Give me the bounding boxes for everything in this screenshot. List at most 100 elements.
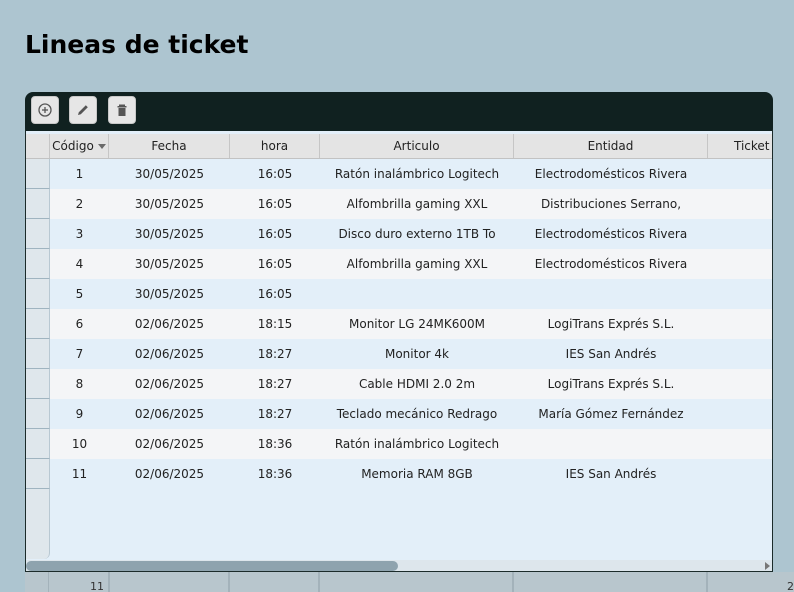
cell-articulo <box>320 279 514 309</box>
table-row[interactable]: 11 02/06/2025 18:36 Memoria RAM 8GB IES San … <box>26 459 772 489</box>
table-row[interactable]: 10 02/06/2025 18:36 Ratón inalámbrico Logit… <box>26 429 772 459</box>
cell-hora: 16:05 <box>257 257 293 271</box>
horizontal-scrollbar[interactable] <box>26 560 772 571</box>
cell-fecha: 02/06/2025 <box>134 377 205 391</box>
cell-entidad: Distribuciones Serrano, <box>540 197 682 211</box>
table-row[interactable]: 9 02/06/2025 18:27 Teclado mecánico Redrago… <box>26 399 772 429</box>
cell-hora: 16:05 <box>257 287 293 301</box>
cell-codigo: 7 <box>75 347 84 361</box>
cell-ticket <box>708 159 772 189</box>
toolbar <box>25 92 773 128</box>
column-header-articulo[interactable]: Articulo <box>320 134 514 158</box>
column-header-codigo[interactable]: Código <box>50 134 109 158</box>
cell-ticket <box>708 339 772 369</box>
row-select-handle[interactable] <box>26 189 50 219</box>
row-select-handle[interactable] <box>26 399 50 429</box>
column-header-ticket[interactable]: Ticket <box>708 134 772 158</box>
cell-fecha: 02/06/2025 <box>134 437 205 451</box>
cell-hora: 16:05 <box>257 227 293 241</box>
row-select-handle[interactable] <box>26 369 50 399</box>
footer-count: 11 <box>48 572 109 592</box>
cell-codigo: 11 <box>71 467 88 481</box>
pencil-icon <box>78 105 88 115</box>
cell-fecha: 02/06/2025 <box>134 407 205 421</box>
row-select-handle[interactable] <box>26 249 50 279</box>
cell-codigo: 1 <box>75 167 84 181</box>
add-button[interactable] <box>31 96 59 124</box>
cell-entidad: IES San Andrés <box>565 467 657 481</box>
cell-articulo: Monitor 4k <box>384 347 449 361</box>
cell-articulo: Disco duro externo 1TB To <box>338 227 496 241</box>
table-header: Código Fecha hora Articulo Entidad Ticke… <box>26 134 772 159</box>
cell-entidad: Electrodomésticos Rivera <box>534 227 688 241</box>
cell-articulo: Ratón inalámbrico Logitech <box>334 437 500 451</box>
table-row[interactable]: 2 30/05/2025 16:05 Alfombrilla gaming XXL Di… <box>26 189 772 219</box>
row-select-handle[interactable] <box>26 219 50 249</box>
delete-button[interactable] <box>108 96 136 124</box>
cell-hora: 18:27 <box>257 347 293 361</box>
column-header-label: Código <box>52 139 94 153</box>
cell-codigo: 5 <box>75 287 84 301</box>
cell-entidad: LogiTrans Exprés S.L. <box>547 317 675 331</box>
cell-articulo: Cable HDMI 2.0 2m <box>358 377 476 391</box>
footer-cell <box>229 572 319 592</box>
sort-descending-icon <box>97 144 106 149</box>
cell-articulo: Monitor LG 24MK600M <box>349 317 485 331</box>
footer-ticket-total: 2 <box>707 572 794 592</box>
cell-hora: 16:05 <box>257 197 293 211</box>
cell-articulo: Alfombrilla gaming XXL <box>346 257 488 271</box>
cell-codigo: 6 <box>75 317 84 331</box>
cell-entidad: María Gómez Fernández <box>538 407 684 421</box>
cell-fecha: 30/05/2025 <box>134 167 205 181</box>
table-row[interactable]: 6 02/06/2025 18:15 Monitor LG 24MK600M LogiT… <box>26 309 772 339</box>
cell-hora: 18:36 <box>257 437 293 451</box>
header-handle <box>26 134 50 158</box>
cell-fecha: 30/05/2025 <box>134 197 205 211</box>
cell-ticket <box>708 429 772 459</box>
cell-fecha: 30/05/2025 <box>134 287 205 301</box>
table-row[interactable]: 4 30/05/2025 16:05 Alfombrilla gaming XXL El… <box>26 249 772 279</box>
cell-articulo: Ratón inalámbrico Logitech <box>334 167 500 181</box>
cell-codigo: 3 <box>75 227 84 241</box>
cell-hora: 18:27 <box>257 407 293 421</box>
page: Lineas de ticket Código Fecha hora Artic… <box>0 0 794 592</box>
cell-ticket <box>708 369 772 399</box>
plus-circle-icon <box>38 103 52 117</box>
scroll-right-arrow-icon[interactable] <box>765 562 770 570</box>
edit-button[interactable] <box>69 96 97 124</box>
column-header-entidad[interactable]: Entidad <box>514 134 708 158</box>
cell-entidad: LogiTrans Exprés S.L. <box>547 377 675 391</box>
row-select-handle[interactable] <box>26 279 50 309</box>
column-header-hora[interactable]: hora <box>230 134 320 158</box>
table-row[interactable]: 3 30/05/2025 16:05 Disco duro externo 1TB T… <box>26 219 772 249</box>
row-select-handle[interactable] <box>26 459 50 489</box>
cell-fecha: 02/06/2025 <box>134 347 205 361</box>
cell-codigo: 4 <box>75 257 84 271</box>
cell-ticket <box>708 249 772 279</box>
cell-codigo: 10 <box>71 437 88 451</box>
table-footer: 11 2 <box>25 572 794 592</box>
cell-fecha: 30/05/2025 <box>134 257 205 271</box>
cell-codigo: 2 <box>75 197 84 211</box>
column-header-fecha[interactable]: Fecha <box>109 134 230 158</box>
row-handle-gutter <box>26 489 50 559</box>
table-row[interactable]: 7 02/06/2025 18:27 Monitor 4k IES San Andrés <box>26 339 772 369</box>
cell-ticket <box>708 279 772 309</box>
cell-entidad <box>514 429 708 459</box>
table-row[interactable]: 1 30/05/2025 16:05 Ratón inalámbrico Logite… <box>26 159 772 189</box>
trash-icon <box>117 104 127 116</box>
row-select-handle[interactable] <box>26 339 50 369</box>
footer-cell <box>109 572 229 592</box>
cell-hora: 18:15 <box>257 317 293 331</box>
cell-entidad <box>514 279 708 309</box>
table-row[interactable]: 5 30/05/2025 16:05 <box>26 279 772 309</box>
cell-articulo: Memoria RAM 8GB <box>361 467 473 481</box>
row-select-handle[interactable] <box>26 429 50 459</box>
cell-ticket <box>708 189 772 219</box>
table-row[interactable]: 8 02/06/2025 18:27 Cable HDMI 2.0 2m LogiTra… <box>26 369 772 399</box>
horizontal-scrollbar-thumb[interactable] <box>26 561 398 571</box>
row-select-handle[interactable] <box>26 309 50 339</box>
row-select-handle[interactable] <box>26 159 50 189</box>
cell-codigo: 9 <box>75 407 84 421</box>
footer-cell <box>513 572 707 592</box>
